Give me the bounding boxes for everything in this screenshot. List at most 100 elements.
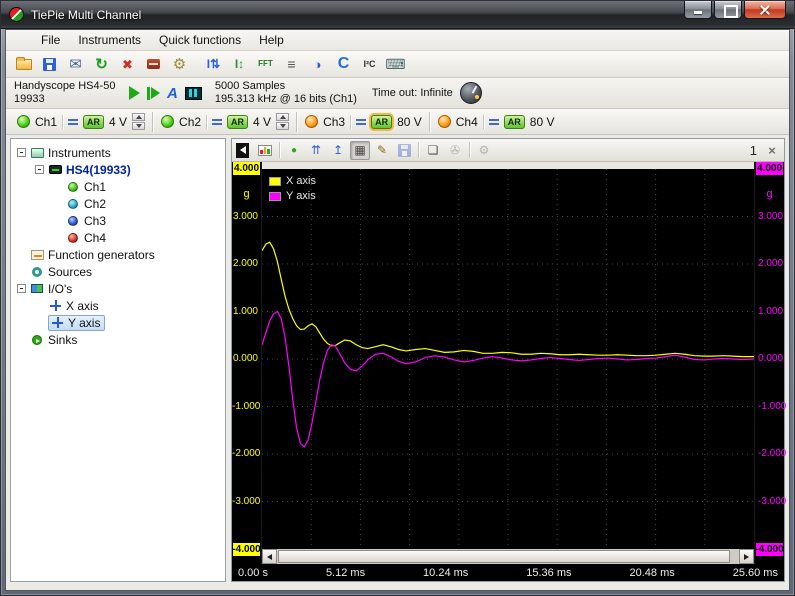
delete-button[interactable]: ✖: [115, 53, 140, 76]
ch4-led-icon[interactable]: [438, 115, 451, 128]
fft-button[interactable]: FFT: [253, 53, 278, 76]
left-axis-max[interactable]: 4.000: [233, 162, 260, 175]
axis-tick: -2.000: [232, 449, 258, 459]
left-axis-strip[interactable]: 4.000 g 3.000 2.000 1.000 0.000 -1.000 -…: [232, 162, 262, 564]
plot-area[interactable]: X axis Y axis: [262, 169, 754, 549]
tree-item-y-axis[interactable]: Y axis: [11, 314, 225, 331]
ch1-autorange-badge[interactable]: AR: [83, 115, 104, 129]
autoscale-button[interactable]: ⇈: [306, 141, 326, 160]
io-value-button[interactable]: I⇅: [201, 53, 226, 76]
tree-item-label: Ch2: [84, 197, 106, 211]
ch1-coupling-icon[interactable]: [68, 119, 78, 125]
email-button[interactable]: ✉: [63, 53, 88, 76]
link-button[interactable]: ✇: [445, 141, 465, 160]
graph-toolbar: ● ⇈ ↥ ▦ ✎ ❏ ✇ ⚙ 1 ×: [232, 139, 784, 162]
tree-item-instruments[interactable]: Instruments: [11, 144, 225, 161]
separator: [418, 142, 419, 158]
object-tree: Instruments HS4(19933) Ch1 Ch2 Ch: [10, 138, 226, 582]
ch1-range-spinner[interactable]: [132, 113, 145, 130]
tree-item-ch1[interactable]: Ch1: [11, 178, 225, 195]
tree-item-hs4[interactable]: HS4(19933): [11, 161, 225, 178]
multimeter-button[interactable]: ◑: [305, 53, 330, 76]
menu-help[interactable]: Help: [250, 31, 293, 49]
ch1-led-icon[interactable]: [17, 115, 30, 128]
scope-button[interactable]: C: [331, 53, 356, 76]
ch3-autorange-badge[interactable]: AR: [371, 115, 392, 129]
ch2-autorange-badge[interactable]: AR: [227, 115, 248, 129]
eject-button[interactable]: [141, 53, 166, 76]
autoranging-button[interactable]: A: [167, 85, 178, 102]
save-button[interactable]: [37, 53, 62, 76]
menu-instruments[interactable]: Instruments: [69, 31, 150, 49]
left-axis-unit: g: [232, 188, 261, 200]
levels-button[interactable]: ≡: [279, 53, 304, 76]
ch3-led-icon[interactable]: [305, 115, 318, 128]
ch2-coupling-icon[interactable]: [212, 119, 222, 125]
settings-button[interactable]: ⚙: [167, 53, 192, 76]
axis-tick: 3.000: [758, 212, 784, 222]
toolbar-separator: [193, 64, 200, 65]
tree-item-ch3[interactable]: Ch3: [11, 212, 225, 229]
scrollbar-track[interactable]: [731, 549, 739, 564]
collapse-icon[interactable]: [17, 148, 26, 157]
ch3-coupling-icon[interactable]: [356, 119, 366, 125]
axis-tick: 3.000: [232, 212, 258, 222]
spin-up-icon[interactable]: [276, 113, 289, 121]
graph-close-button[interactable]: ×: [764, 142, 780, 158]
instruments-icon: [30, 146, 44, 159]
right-axis-min[interactable]: -4.000: [756, 543, 783, 556]
tree-item-x-axis[interactable]: X axis: [11, 297, 225, 314]
menu-file[interactable]: File: [32, 31, 69, 49]
save-graph-button[interactable]: [394, 141, 414, 160]
ch4-autorange-badge[interactable]: AR: [504, 115, 525, 129]
open-button[interactable]: [11, 53, 36, 76]
start-button[interactable]: [129, 86, 140, 100]
spin-down-icon[interactable]: [276, 122, 289, 130]
spin-up-icon[interactable]: [132, 113, 145, 121]
axis-tick: -1.000: [758, 402, 784, 412]
menu-quick-functions[interactable]: Quick functions: [150, 31, 250, 49]
right-axis-max[interactable]: 4.000: [756, 162, 783, 175]
scrollbar-thumb[interactable]: [278, 550, 730, 563]
tree-item-ch4[interactable]: Ch4: [11, 229, 225, 246]
scroll-left-button[interactable]: [262, 549, 277, 564]
time-label: 10.24 ms: [423, 567, 468, 579]
close-button[interactable]: [744, 1, 786, 19]
timeout-knob[interactable]: [460, 82, 482, 104]
horizontal-scrollbar[interactable]: [262, 549, 754, 564]
io-meter-button[interactable]: I↕: [227, 53, 252, 76]
tree-item-sources[interactable]: Sources: [11, 263, 225, 280]
graph-settings-button[interactable]: ⚙: [474, 141, 494, 160]
tree-item-sinks[interactable]: Sinks: [11, 331, 225, 348]
record-samples: 5000 Samples: [215, 80, 365, 93]
oneshot-button[interactable]: [147, 87, 160, 100]
tree-item-ch2[interactable]: Ch2: [11, 195, 225, 212]
selected-tree-item[interactable]: Y axis: [48, 315, 105, 331]
ch2-range-spinner[interactable]: [276, 113, 289, 130]
scroll-right-button[interactable]: [739, 549, 754, 564]
maximize-button[interactable]: [714, 1, 742, 19]
spin-down-icon[interactable]: [132, 122, 145, 130]
left-axis-min[interactable]: -4.000: [233, 543, 260, 556]
callout-button[interactable]: ❏: [423, 141, 443, 160]
streaming-button[interactable]: [185, 87, 202, 100]
i2c-button[interactable]: I²C: [357, 53, 382, 76]
axis-collapse-button[interactable]: [236, 143, 249, 158]
ch4-coupling-icon[interactable]: [489, 119, 499, 125]
right-axis-strip[interactable]: 4.000 g 3.000 2.000 1.000 0.000 -1.000 -…: [754, 162, 784, 564]
pen-button[interactable]: ✎: [372, 141, 392, 160]
collapse-icon[interactable]: [35, 165, 44, 174]
collapse-icon[interactable]: [17, 284, 26, 293]
tree-item-function-generators[interactable]: Function generators: [11, 246, 225, 263]
legend-entry-y-axis: Y axis: [269, 190, 316, 202]
marker-button[interactable]: ●: [284, 141, 304, 160]
fit-axis-button[interactable]: ↥: [328, 141, 348, 160]
keypad-button[interactable]: ⌨: [383, 53, 408, 76]
grid-toggle-button[interactable]: ▦: [350, 141, 370, 160]
channel-bar: Ch1 AR 4 V Ch2 AR 4 V Ch3: [6, 109, 789, 135]
minimize-button[interactable]: [684, 1, 712, 19]
ch2-led-icon[interactable]: [161, 115, 174, 128]
tree-item-ios[interactable]: I/O's: [11, 280, 225, 297]
graph-display-button[interactable]: [255, 141, 275, 160]
refresh-button[interactable]: ↻: [89, 53, 114, 76]
